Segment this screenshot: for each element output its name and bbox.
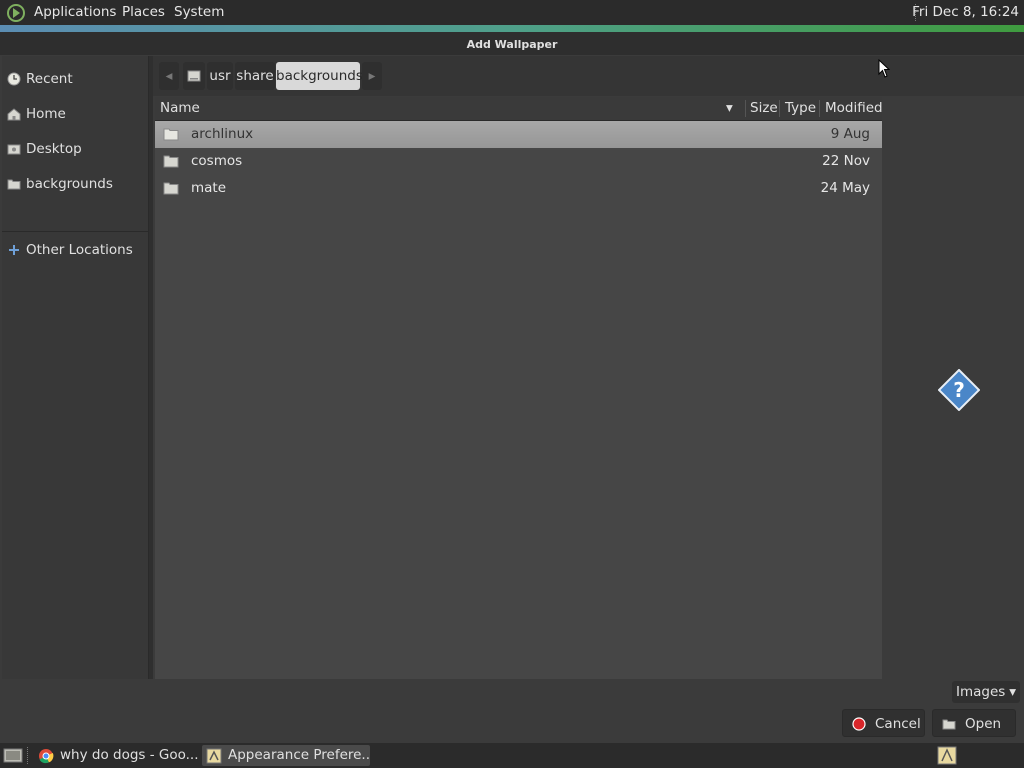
places-sidebar: Recent Home Desktop backgrounds Other Lo… — [2, 56, 149, 679]
path-root-button[interactable] — [183, 62, 205, 90]
mate-logo-icon[interactable] — [6, 3, 26, 23]
open-button[interactable]: Open — [932, 709, 1016, 737]
filter-value: Images — [956, 684, 1006, 700]
column-separator — [745, 100, 746, 117]
menu-applications[interactable]: Applications — [34, 0, 116, 25]
folder-icon — [163, 128, 179, 141]
desktop-icon — [7, 144, 21, 155]
appearance-icon — [206, 748, 222, 764]
sidebar-item-label: backgrounds — [26, 176, 113, 192]
column-type[interactable]: Type — [785, 97, 816, 120]
sidebar-divider — [2, 231, 148, 232]
add-wallpaper-dialog: Add Wallpaper Recent Home Desktop backgr… — [0, 25, 1024, 743]
file-list: Name ▾ Size Type Modified archlinux 9 Au… — [155, 97, 883, 679]
appearance-tray-icon[interactable] — [936, 745, 958, 766]
cancel-button[interactable]: Cancel — [842, 709, 925, 737]
mouse-pointer-icon — [878, 59, 890, 78]
sidebar-item-label: Home — [26, 106, 66, 122]
clock[interactable]: Fri Dec 8, 16:24 — [912, 0, 1019, 25]
cancel-icon — [852, 717, 866, 731]
window-title: Add Wallpaper — [466, 38, 558, 51]
title-bar[interactable]: Add Wallpaper — [0, 25, 1024, 55]
taskbar-separator — [27, 747, 30, 764]
sidebar-item-recent[interactable]: Recent — [2, 65, 148, 93]
sidebar-item-label: Desktop — [26, 141, 82, 157]
task-label: why do dogs - Goo... — [60, 747, 198, 763]
task-label: Appearance Prefere... — [228, 747, 370, 763]
plus-icon — [9, 245, 19, 255]
file-type-filter[interactable]: Images ▾ — [952, 681, 1020, 703]
path-bar: ◂ usr share backgrounds ▸ — [153, 56, 1024, 96]
cancel-label: Cancel — [875, 716, 921, 732]
column-size[interactable]: Size — [750, 97, 778, 120]
file-row-mate[interactable]: mate 24 May — [155, 175, 882, 202]
chevron-right-icon: ▸ — [368, 68, 376, 84]
path-segment-usr[interactable]: usr — [207, 62, 233, 90]
folder-icon — [7, 179, 21, 190]
file-modified: 22 Nov — [822, 153, 870, 169]
sidebar-item-backgrounds[interactable]: backgrounds — [2, 170, 148, 198]
task-chrome-window[interactable]: why do dogs - Goo... — [34, 745, 198, 766]
open-label: Open — [965, 716, 1002, 732]
column-separator — [819, 100, 820, 117]
file-modified: 9 Aug — [830, 126, 870, 142]
svg-text:?: ? — [953, 378, 965, 402]
task-appearance-window[interactable]: Appearance Prefere... — [202, 745, 370, 766]
path-forward-button[interactable]: ▸ — [362, 62, 382, 90]
sidebar-item-label: Recent — [26, 71, 73, 87]
sort-arrow-icon[interactable]: ▾ — [726, 97, 733, 120]
sidebar-item-other-locations[interactable]: Other Locations — [2, 236, 148, 264]
file-row-cosmos[interactable]: cosmos 22 Nov — [155, 148, 882, 175]
title-accent-bar — [0, 25, 1024, 32]
drive-icon — [187, 70, 201, 82]
chevron-down-icon: ▾ — [1009, 684, 1016, 700]
clock-icon — [7, 72, 21, 86]
menu-places[interactable]: Places — [122, 0, 165, 25]
show-desktop-icon[interactable] — [3, 746, 23, 765]
column-separator — [779, 100, 780, 117]
sidebar-item-desktop[interactable]: Desktop — [2, 135, 148, 163]
chevron-left-icon: ◂ — [165, 68, 173, 84]
open-folder-icon — [942, 719, 956, 730]
top-panel: Applications Places System Fri Dec 8, 16… — [0, 0, 1024, 25]
path-segment-share[interactable]: share — [235, 62, 275, 90]
folder-icon — [163, 155, 179, 168]
column-name[interactable]: Name — [160, 97, 200, 120]
file-modified: 24 May — [820, 180, 870, 196]
sidebar-item-label: Other Locations — [26, 242, 133, 258]
menu-system[interactable]: System — [174, 0, 224, 25]
bottom-taskbar: why do dogs - Goo... Appearance Prefere.… — [0, 743, 1024, 768]
chrome-icon — [39, 749, 54, 764]
file-row-archlinux[interactable]: archlinux 9 Aug — [155, 121, 882, 148]
sidebar-item-home[interactable]: Home — [2, 100, 148, 128]
file-name: mate — [191, 180, 227, 196]
home-icon — [7, 108, 21, 121]
list-header: Name ▾ Size Type Modified — [155, 97, 883, 121]
path-back-button[interactable]: ◂ — [159, 62, 179, 90]
column-modified[interactable]: Modified — [825, 97, 883, 120]
file-name: archlinux — [191, 126, 254, 142]
sidebar-splitter[interactable] — [149, 56, 153, 679]
path-segment-backgrounds[interactable]: backgrounds — [276, 62, 363, 90]
help-icon[interactable]: ? — [938, 369, 980, 411]
file-name: cosmos — [191, 153, 243, 169]
folder-icon — [163, 182, 179, 195]
